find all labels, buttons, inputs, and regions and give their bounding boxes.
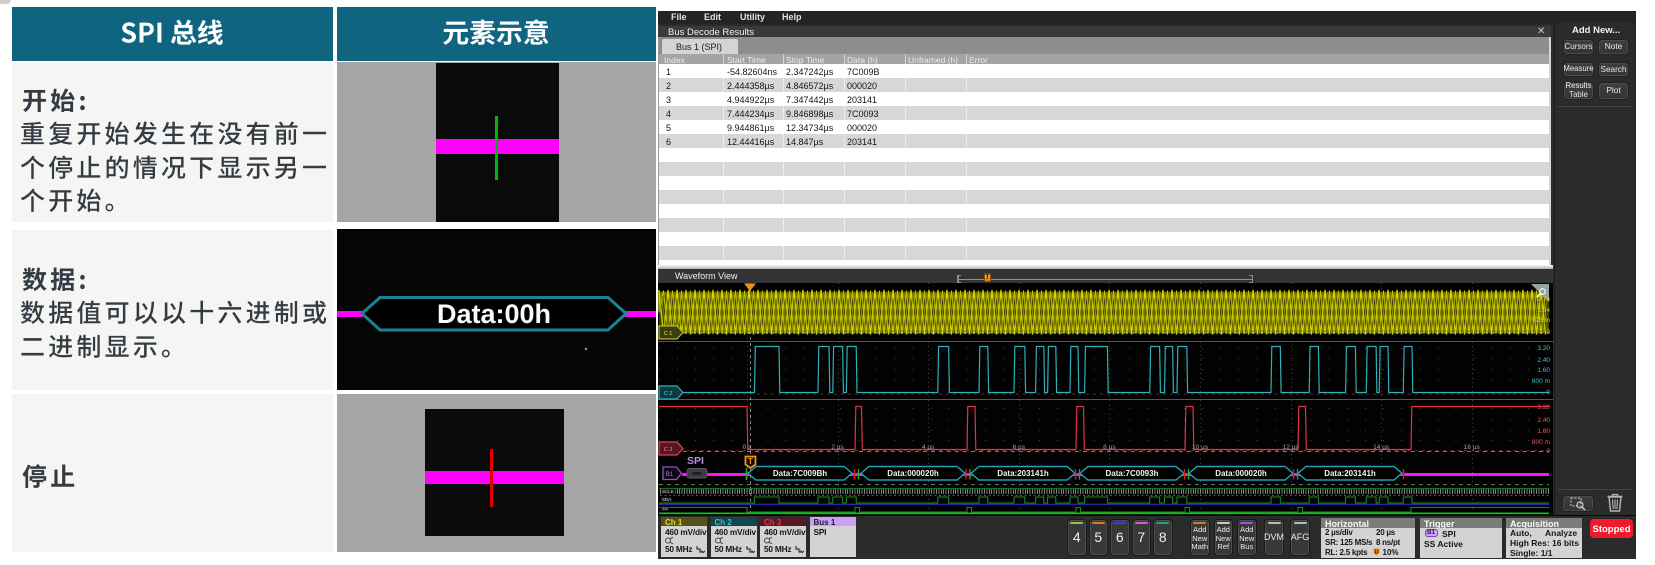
svg-text:Data:7C0093h: Data:7C0093h [1106,469,1159,478]
svg-text:Data:000020h: Data:000020h [1215,469,1267,478]
svg-text:B1: B1 [666,472,674,478]
svg-text:Data:203141h: Data:203141h [997,469,1049,478]
svg-text:Data:203141h: Data:203141h [1324,469,1376,478]
svg-text:Data:7C009Bh: Data:7C009Bh [773,469,827,478]
svg-text:C 3: C 3 [664,447,673,453]
svg-text:C 1: C 1 [664,331,673,337]
svg-text:T: T [748,457,753,466]
svg-text:Data:000020h: Data:000020h [887,469,939,478]
svg-text:Data:00h: Data:00h [437,299,551,329]
svg-text:U: U [1375,550,1379,556]
svg-text:C 2: C 2 [664,391,673,397]
